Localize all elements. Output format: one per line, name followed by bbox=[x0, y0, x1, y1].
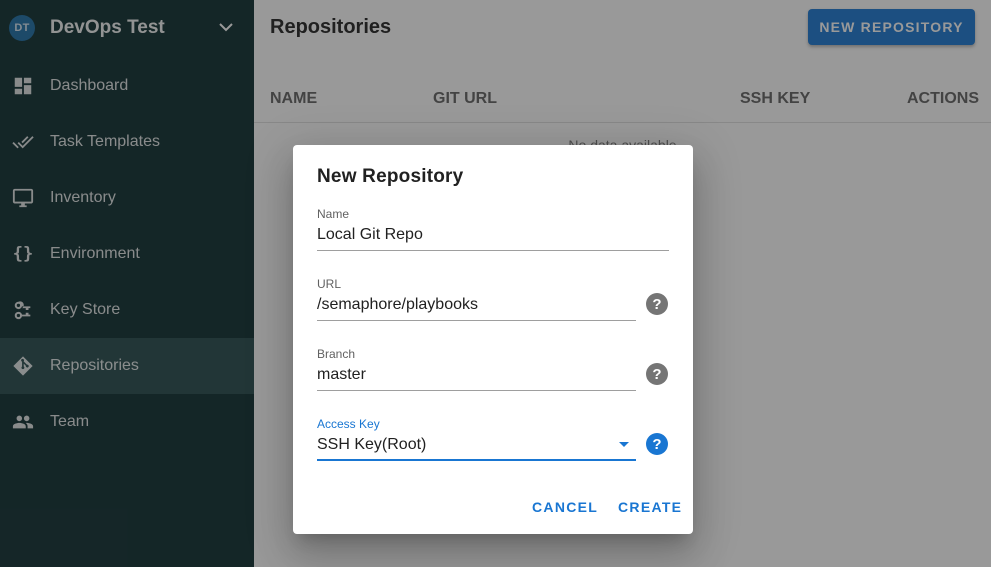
branch-input[interactable]: master bbox=[317, 366, 636, 384]
name-label: Name bbox=[317, 207, 350, 221]
cancel-button[interactable]: CANCEL bbox=[532, 499, 598, 515]
dropdown-caret-icon[interactable] bbox=[619, 442, 629, 447]
access-key-value[interactable]: SSH Key(Root) bbox=[317, 436, 636, 454]
branch-field[interactable]: Branch master bbox=[317, 347, 636, 391]
url-label: URL bbox=[317, 277, 342, 291]
access-key-help-icon[interactable]: ? bbox=[646, 433, 668, 455]
url-field[interactable]: URL /semaphore/playbooks bbox=[317, 277, 636, 321]
url-input[interactable]: /semaphore/playbooks bbox=[317, 296, 636, 314]
create-button[interactable]: CREATE bbox=[618, 499, 682, 515]
branch-help-icon[interactable]: ? bbox=[646, 363, 668, 385]
access-key-label: Access Key bbox=[317, 417, 380, 431]
access-key-underline bbox=[317, 459, 636, 461]
branch-label: Branch bbox=[317, 347, 356, 361]
access-key-select[interactable]: Access Key SSH Key(Root) bbox=[317, 417, 636, 461]
url-underline bbox=[317, 320, 636, 321]
name-underline bbox=[317, 250, 669, 251]
branch-underline bbox=[317, 390, 636, 391]
name-input[interactable]: Local Git Repo bbox=[317, 226, 669, 244]
name-field[interactable]: Name Local Git Repo bbox=[317, 207, 669, 251]
new-repository-dialog: New Repository Name Local Git Repo URL /… bbox=[293, 145, 693, 534]
url-help-icon[interactable]: ? bbox=[646, 293, 668, 315]
dialog-title: New Repository bbox=[317, 166, 464, 187]
